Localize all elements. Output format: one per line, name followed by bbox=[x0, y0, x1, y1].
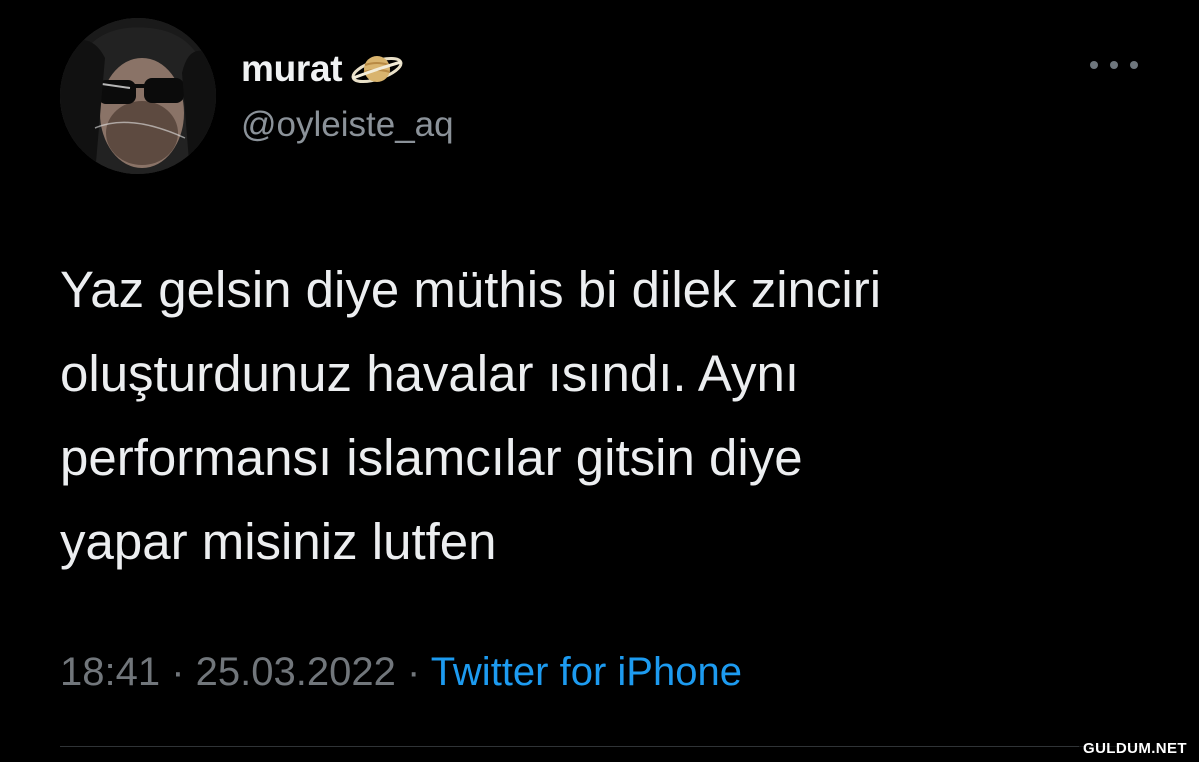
tweet-meta: 18:41 · 25.03.2022 · Twitter for iPhone bbox=[60, 650, 742, 695]
author-name-row[interactable]: murat bbox=[241, 43, 406, 95]
avatar-photo bbox=[60, 18, 216, 174]
tweet-date[interactable]: 25.03.2022 bbox=[196, 650, 396, 694]
tweet-text: Yaz gelsin diye müthis bi dilek zinciri … bbox=[60, 248, 1140, 584]
display-name[interactable]: murat bbox=[241, 48, 343, 90]
tweet-text-line: yapar misiniz lutfen bbox=[60, 513, 497, 570]
tweet-text-line: performansı islamcılar gitsin diye bbox=[60, 429, 803, 486]
avatar[interactable] bbox=[60, 18, 216, 174]
tweet-text-line: Yaz gelsin diye müthis bi dilek zinciri bbox=[60, 261, 882, 318]
meta-separator: · bbox=[160, 650, 196, 694]
author-handle[interactable]: @oyleiste_aq bbox=[241, 105, 454, 145]
ringed-planet-icon bbox=[348, 47, 406, 91]
more-dot bbox=[1090, 61, 1098, 69]
more-dot bbox=[1130, 61, 1138, 69]
tweet-time[interactable]: 18:41 bbox=[60, 650, 160, 694]
divider bbox=[60, 746, 1140, 747]
more-dot bbox=[1110, 61, 1118, 69]
tweet-card: murat @oyleiste_aq Yaz gelsin diye müthi… bbox=[0, 0, 1199, 762]
tweet-text-line: oluşturdunuz havalar ısındı. Aynı bbox=[60, 345, 800, 402]
watermark: GULDUM.NET bbox=[1079, 739, 1191, 758]
more-options-icon[interactable] bbox=[1090, 50, 1138, 80]
tweet-source-link[interactable]: Twitter for iPhone bbox=[431, 650, 742, 694]
meta-separator: · bbox=[395, 650, 431, 694]
